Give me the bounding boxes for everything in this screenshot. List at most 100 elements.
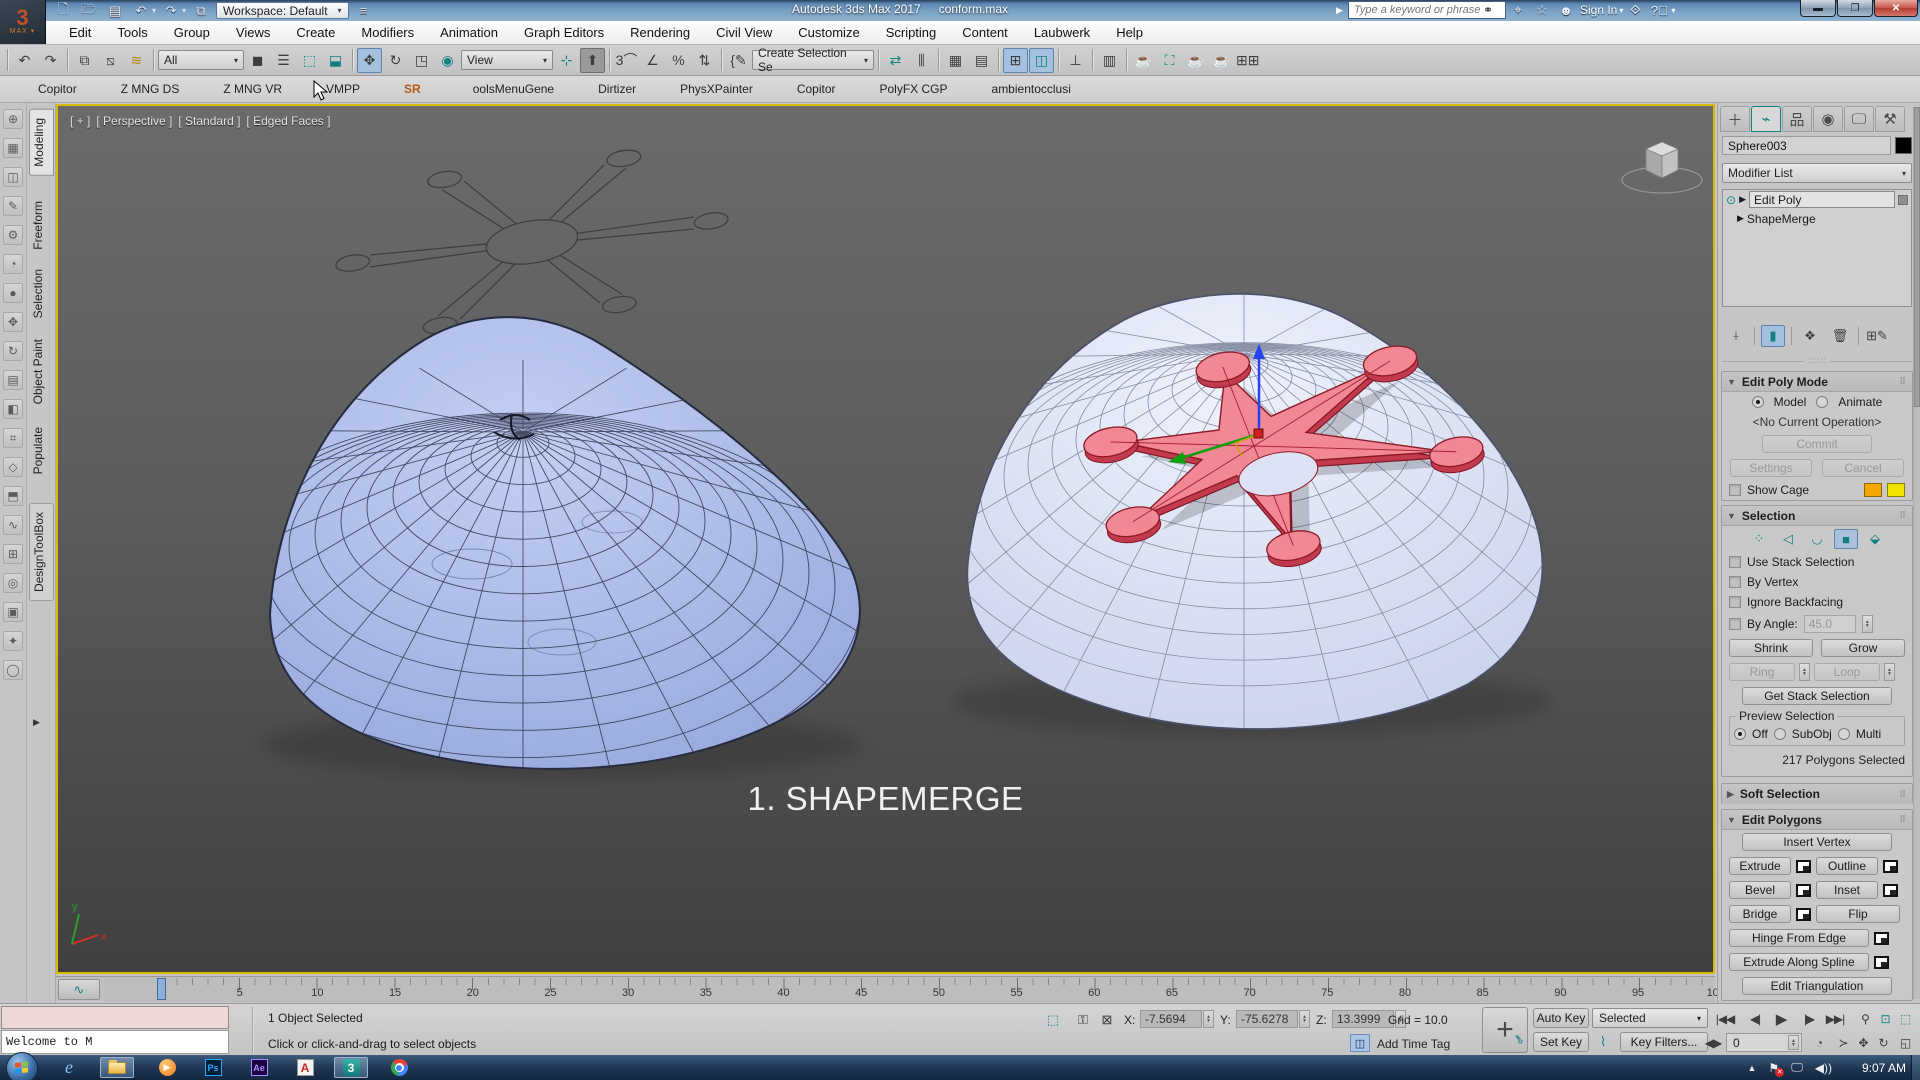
mirror-icon[interactable]: ⇄ — [883, 48, 908, 73]
play-icon[interactable]: ▶ — [1768, 1009, 1794, 1029]
object-color-swatch[interactable] — [1895, 137, 1912, 154]
frame-spinner[interactable]: ▲▼ — [1788, 1035, 1799, 1050]
exchange-apps-icon[interactable]: ⟐ — [1623, 1, 1647, 19]
next-frame-icon[interactable]: |▶ — [1796, 1009, 1822, 1029]
left-strip-icon-square[interactable]: ▣ — [3, 602, 23, 622]
commit-button[interactable]: Commit — [1762, 435, 1872, 453]
get-stack-selection-button[interactable]: Get Stack Selection — [1742, 687, 1892, 705]
menu-item[interactable]: Tools — [104, 21, 160, 45]
menu-item[interactable]: Modifiers — [348, 21, 427, 45]
max-application-menu[interactable]: 3MAX ▾ — [0, 0, 46, 44]
viewport-pov-menu[interactable]: [ Perspective ] — [96, 114, 172, 128]
ribbon-tab-selection[interactable]: Selection — [29, 261, 54, 326]
element-subobject-icon[interactable]: ⬙ — [1863, 529, 1887, 549]
left-strip-icon-circle[interactable]: ◯ — [3, 660, 23, 680]
grow-button[interactable]: Grow — [1821, 639, 1905, 657]
selection-filter-dropdown[interactable]: All▾ — [158, 50, 244, 70]
extrude-along-spline-settings-icon[interactable] — [1874, 956, 1889, 969]
scene-explorer-icon[interactable]: ▤ — [969, 48, 994, 73]
by-angle-spinner[interactable]: ▲▼ — [1862, 615, 1873, 633]
hinge-settings-icon[interactable] — [1874, 932, 1889, 945]
redo-icon[interactable]: ↷ — [160, 2, 182, 20]
perspective-viewport[interactable]: xy [ + ] [ Perspective ] [ Standard ] [ … — [56, 104, 1715, 974]
current-frame-field[interactable]: 0▲▼ — [1726, 1033, 1802, 1052]
communication-center-icon[interactable]: ⌖ — [1506, 1, 1530, 19]
cage-color-swatch[interactable] — [1864, 483, 1882, 497]
settings-button[interactable]: Settings — [1730, 459, 1812, 477]
ring-spinner[interactable]: ▲▼ — [1799, 663, 1810, 681]
key-set-dropdown[interactable]: Selected▾ — [1592, 1008, 1708, 1028]
render-production-icon[interactable]: ☕ — [1183, 48, 1208, 73]
taskbar-media-player[interactable]: ▶ — [150, 1057, 184, 1078]
layer-manager-icon[interactable]: ▦ — [943, 48, 968, 73]
left-strip-icon-list[interactable]: ▤ — [3, 370, 23, 390]
workspace-menu-icon[interactable]: ≡ — [353, 2, 375, 20]
left-strip-icon-hash[interactable]: ⌗ — [3, 428, 23, 448]
left-strip-icon-panel[interactable]: ◫ — [3, 167, 23, 187]
left-strip-icon-gear[interactable]: ⚙ — [3, 225, 23, 245]
viewport-canvas[interactable]: xy — [58, 106, 1713, 972]
time-configuration-icon[interactable]: ◔ — [1806, 1033, 1832, 1053]
outline-button[interactable]: Outline — [1816, 857, 1878, 875]
taskbar-clock[interactable]: 9:07 AM — [1862, 1055, 1906, 1080]
bridge-settings-icon[interactable] — [1796, 908, 1811, 921]
taskbar-3ds-max[interactable]: 3 — [334, 1057, 368, 1078]
bevel-settings-icon[interactable] — [1796, 884, 1811, 897]
preview-subobj-radio[interactable] — [1774, 728, 1786, 740]
named-selection-dropdown[interactable]: Create Selection Se▾ — [752, 50, 874, 70]
shrink-button[interactable]: Shrink — [1729, 639, 1813, 657]
action-center-flag-icon[interactable]: ⚑✕ — [1768, 1061, 1779, 1075]
inset-button[interactable]: Inset — [1816, 881, 1878, 899]
left-strip-icon-pencil[interactable]: ✎ — [3, 196, 23, 216]
menu-item[interactable]: Rendering — [617, 21, 703, 45]
minimize-button[interactable]: ▬ — [1800, 0, 1836, 17]
graphite-ribbon-toggle-icon[interactable]: ⊞ — [1003, 48, 1028, 73]
z-coord-field[interactable]: 13.3999 — [1332, 1010, 1394, 1028]
speaker-icon[interactable]: ◀)) — [1815, 1061, 1832, 1075]
y-coord-field[interactable]: -75.6278 — [1236, 1010, 1298, 1028]
redo-dropdown-icon[interactable]: ▾ — [182, 6, 186, 15]
close-button[interactable]: ✕ — [1874, 0, 1918, 17]
angle-snap-icon[interactable]: ∠ — [640, 48, 665, 73]
stack-row-shapemerge[interactable]: ▶ ShapeMerge — [1723, 209, 1911, 228]
plugin-tab[interactable]: Z MNG DS — [99, 82, 202, 96]
model-radio[interactable] — [1752, 396, 1764, 408]
viewport-general-menu[interactable]: [ + ] — [70, 114, 90, 128]
search-toggle-icon[interactable]: ▶ — [1336, 1, 1348, 19]
menu-item[interactable]: Scripting — [873, 21, 950, 45]
menu-item[interactable]: Civil View — [703, 21, 785, 45]
use-stack-selection-checkbox[interactable] — [1729, 556, 1741, 568]
by-angle-checkbox[interactable] — [1729, 618, 1741, 630]
inset-settings-icon[interactable] — [1883, 884, 1898, 897]
render-iterative-icon[interactable]: ☕ — [1209, 48, 1234, 73]
cancel-button[interactable]: Cancel — [1822, 459, 1904, 477]
tray-expand-icon[interactable]: ▲ — [1748, 1063, 1757, 1073]
x-spinner[interactable]: ▲▼ — [1203, 1010, 1214, 1028]
visibility-eye-icon[interactable]: ⊙ — [1726, 193, 1736, 207]
hierarchy-tab-icon[interactable]: 品 — [1782, 106, 1812, 132]
menu-item[interactable]: Help — [1103, 21, 1156, 45]
maximize-viewport-icon[interactable]: ◱ — [1892, 1033, 1918, 1053]
flip-button[interactable]: Flip — [1816, 905, 1900, 923]
bridge-button[interactable]: Bridge — [1729, 905, 1791, 923]
add-time-tag-label[interactable]: Add Time Tag — [1377, 1037, 1450, 1051]
help-icon[interactable]: ?⃝ — [1647, 1, 1671, 19]
sign-in-button[interactable]: Sign In — [1580, 3, 1617, 17]
ribbon-expand-icon[interactable]: ▶ — [33, 717, 40, 728]
animate-radio[interactable] — [1816, 396, 1828, 408]
undo-dropdown-icon[interactable]: ▾ — [152, 6, 156, 15]
align-icon[interactable]: ⫼ — [909, 48, 934, 73]
create-tab-icon[interactable]: ＋ — [1720, 106, 1750, 132]
taskbar-file-explorer[interactable] — [100, 1057, 134, 1078]
undo-scene-icon[interactable]: ↶ — [12, 48, 37, 73]
ignore-backfacing-checkbox[interactable] — [1729, 596, 1741, 608]
ribbon-tab-object-paint[interactable]: Object Paint — [29, 331, 54, 412]
zoom-extents-icon[interactable]: ⬚ — [1892, 1009, 1918, 1029]
panel-scrollbar[interactable] — [1913, 107, 1920, 999]
render-setup-icon[interactable]: ▥ — [1097, 48, 1122, 73]
menu-item[interactable]: Laubwerk — [1021, 21, 1103, 45]
menu-item[interactable]: Create — [283, 21, 348, 45]
plugin-tab[interactable]: PhysXPainter — [658, 82, 775, 96]
use-pivot-point-icon[interactable]: ⊹ — [554, 48, 579, 73]
viewport-shading-menu[interactable]: [ Edged Faces ] — [246, 114, 330, 128]
